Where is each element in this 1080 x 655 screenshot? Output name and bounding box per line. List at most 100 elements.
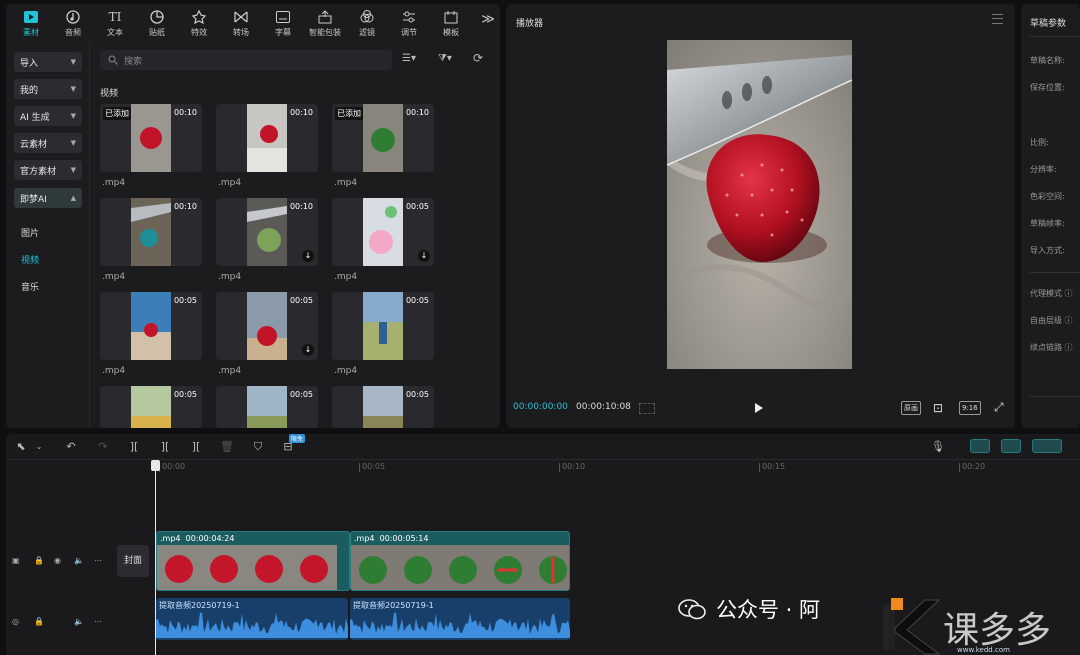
- select-tool-icon[interactable]: ⬉: [14, 440, 28, 454]
- microphone-icon[interactable]: 🎙: [931, 440, 945, 454]
- nav-ai-generate[interactable]: AI 生成 ▼: [14, 106, 82, 126]
- site-logo: 课多多 www.kedd.com: [881, 594, 1080, 655]
- nav-official[interactable]: 官方素材 ▼: [14, 160, 82, 180]
- timecode-format-icon[interactable]: [639, 403, 655, 414]
- tab-transition[interactable]: 转场: [220, 4, 262, 42]
- clip-card[interactable]: 00:05: [216, 386, 318, 428]
- clip-card[interactable]: 00:05: [332, 386, 434, 428]
- split-right-icon[interactable]: ][: [189, 440, 203, 454]
- lock-icon[interactable]: 🔒: [34, 556, 44, 565]
- split-icon[interactable]: ][: [127, 440, 141, 454]
- sort-icon[interactable]: ☰▾: [402, 53, 416, 64]
- nav-sub-images[interactable]: 图片: [21, 226, 39, 239]
- play-button[interactable]: [755, 403, 763, 413]
- video-clip[interactable]: .mp4 00:00:04:24: [156, 531, 350, 591]
- nav-jimeng-ai[interactable]: 即梦AI ▲: [14, 188, 82, 208]
- download-icon[interactable]: ↓: [302, 344, 314, 356]
- tab-label: 素材: [23, 27, 39, 37]
- audio-clip[interactable]: 提取音频20250719-1: [350, 598, 570, 640]
- preview-axis-button[interactable]: [1032, 439, 1062, 453]
- nav-sub-videos[interactable]: 视频: [21, 253, 39, 266]
- clip-filename: .mp4: [102, 272, 126, 282]
- download-icon[interactable]: ↓: [302, 250, 314, 262]
- mark-icon[interactable]: ⛉: [251, 440, 265, 454]
- tab-text[interactable]: TI 文本: [94, 4, 136, 42]
- video-clip[interactable]: .mp4 00:00:05:14: [350, 531, 570, 591]
- tab-label: 滤镜: [359, 27, 375, 37]
- tab-sticker[interactable]: 贴纸: [136, 4, 178, 42]
- tab-subtitle[interactable]: 字幕: [262, 4, 304, 42]
- filter-list-icon[interactable]: ⧩▾: [438, 53, 452, 64]
- clip-card[interactable]: 00:10 已添加: [332, 104, 434, 172]
- nav-cloud[interactable]: 云素材 ▼: [14, 133, 82, 153]
- eye-icon[interactable]: ◉: [54, 556, 61, 565]
- clip-name: .mp4: [160, 534, 181, 543]
- chevron-down-icon[interactable]: ⌄: [32, 440, 46, 454]
- clip-card[interactable]: 00:05: [332, 292, 434, 360]
- added-badge: 已添加: [103, 107, 131, 120]
- volume-icon[interactable]: 🔈: [74, 556, 84, 565]
- nav-import[interactable]: 导入 ▼: [14, 52, 82, 72]
- chevron-up-icon: ▲: [70, 194, 76, 202]
- screenshot-icon[interactable]: ⊡: [933, 401, 947, 415]
- clip-card[interactable]: 00:05 ↓: [332, 198, 434, 266]
- nav-mine[interactable]: 我的 ▼: [14, 79, 82, 99]
- clip-duration: 00:10: [289, 202, 313, 211]
- lock-icon[interactable]: 🔒: [34, 617, 44, 626]
- link-toggle-button[interactable]: [970, 439, 990, 453]
- nav-sub-music[interactable]: 音乐: [21, 280, 39, 293]
- adjust-icon: [401, 9, 417, 25]
- search-input[interactable]: 搜索: [100, 50, 392, 70]
- menu-icon[interactable]: [992, 14, 1003, 24]
- redo-icon[interactable]: ↷: [96, 440, 110, 454]
- refresh-icon[interactable]: ⟳: [473, 51, 483, 65]
- clip-card[interactable]: 00:10 已添加: [100, 104, 202, 172]
- tab-filter[interactable]: 滤镜: [346, 4, 388, 42]
- tab-media[interactable]: 素材: [10, 4, 52, 42]
- audio-clip[interactable]: 提取音频20250719-1: [156, 598, 348, 640]
- clip-thumbnail: [131, 292, 171, 360]
- playhead[interactable]: [151, 460, 160, 655]
- quality-button[interactable]: 原画: [901, 401, 921, 415]
- tab-effects[interactable]: 特效: [178, 4, 220, 42]
- ruler-tick: 00:10: [558, 462, 586, 472]
- tab-audio[interactable]: 音频: [52, 4, 94, 42]
- clip-card[interactable]: 00:10: [100, 198, 202, 266]
- frame-thumb: [202, 545, 247, 590]
- clip-card[interactable]: 00:05: [100, 386, 202, 428]
- download-icon[interactable]: ↓: [418, 250, 430, 262]
- timeline-toolbar: ⬉ ⌄ ↶ ↷ ][ ][ ][ 🗑 ⛉ ⊟ 限免 🎙: [6, 434, 1080, 460]
- fullscreen-icon[interactable]: ⤢: [994, 400, 1004, 415]
- volume-icon[interactable]: 🔈: [74, 617, 84, 626]
- delete-icon[interactable]: 🗑: [220, 440, 234, 454]
- split-left-icon[interactable]: ][: [158, 440, 172, 454]
- ratio-button[interactable]: 9:16: [959, 401, 981, 415]
- clip-thumbnail: [247, 292, 287, 360]
- undo-icon[interactable]: ↶: [64, 440, 78, 454]
- cover-button[interactable]: 封面: [117, 545, 149, 577]
- snap-toggle-button[interactable]: [1001, 439, 1021, 453]
- time-ruler: 00:00 00:05 00:10 00:15 00:20: [156, 460, 1080, 476]
- audio-track-icon: ◎: [12, 617, 19, 626]
- added-badge: 已添加: [335, 107, 363, 120]
- clip-card[interactable]: 00:10 ↓: [216, 198, 318, 266]
- smart-pack-icon: [317, 9, 333, 25]
- param-label: 比例:: [1030, 138, 1049, 147]
- divider: [1030, 272, 1080, 273]
- clip-card[interactable]: 00:10: [216, 104, 318, 172]
- wechat-icon: [678, 599, 706, 620]
- clip-thumbnail: [363, 104, 403, 172]
- tab-template[interactable]: 模板: [430, 4, 472, 42]
- clip-card[interactable]: 00:05 ↓: [216, 292, 318, 360]
- tab-adjust[interactable]: 调节: [388, 4, 430, 42]
- more-icon[interactable]: ⋯: [94, 617, 102, 626]
- audio-track-header: ◎ 🔒 🔈 ⋯: [6, 597, 114, 647]
- clip-thumbnail: [363, 386, 403, 428]
- clip-card[interactable]: 00:05: [100, 292, 202, 360]
- ruler-tick: 00:05: [358, 462, 386, 472]
- more-tools-button[interactable]: ≫: [478, 10, 498, 30]
- tab-smart-pack[interactable]: 智能包装: [304, 4, 346, 42]
- more-icon[interactable]: ⋯: [94, 556, 102, 565]
- media-library-panel: 素材 音频 TI 文本 贴纸 特效 转场 字幕 智能包装 滤镜 调节 模板 ≫ …: [6, 4, 500, 428]
- param-label: 草稿帧率:: [1030, 219, 1065, 228]
